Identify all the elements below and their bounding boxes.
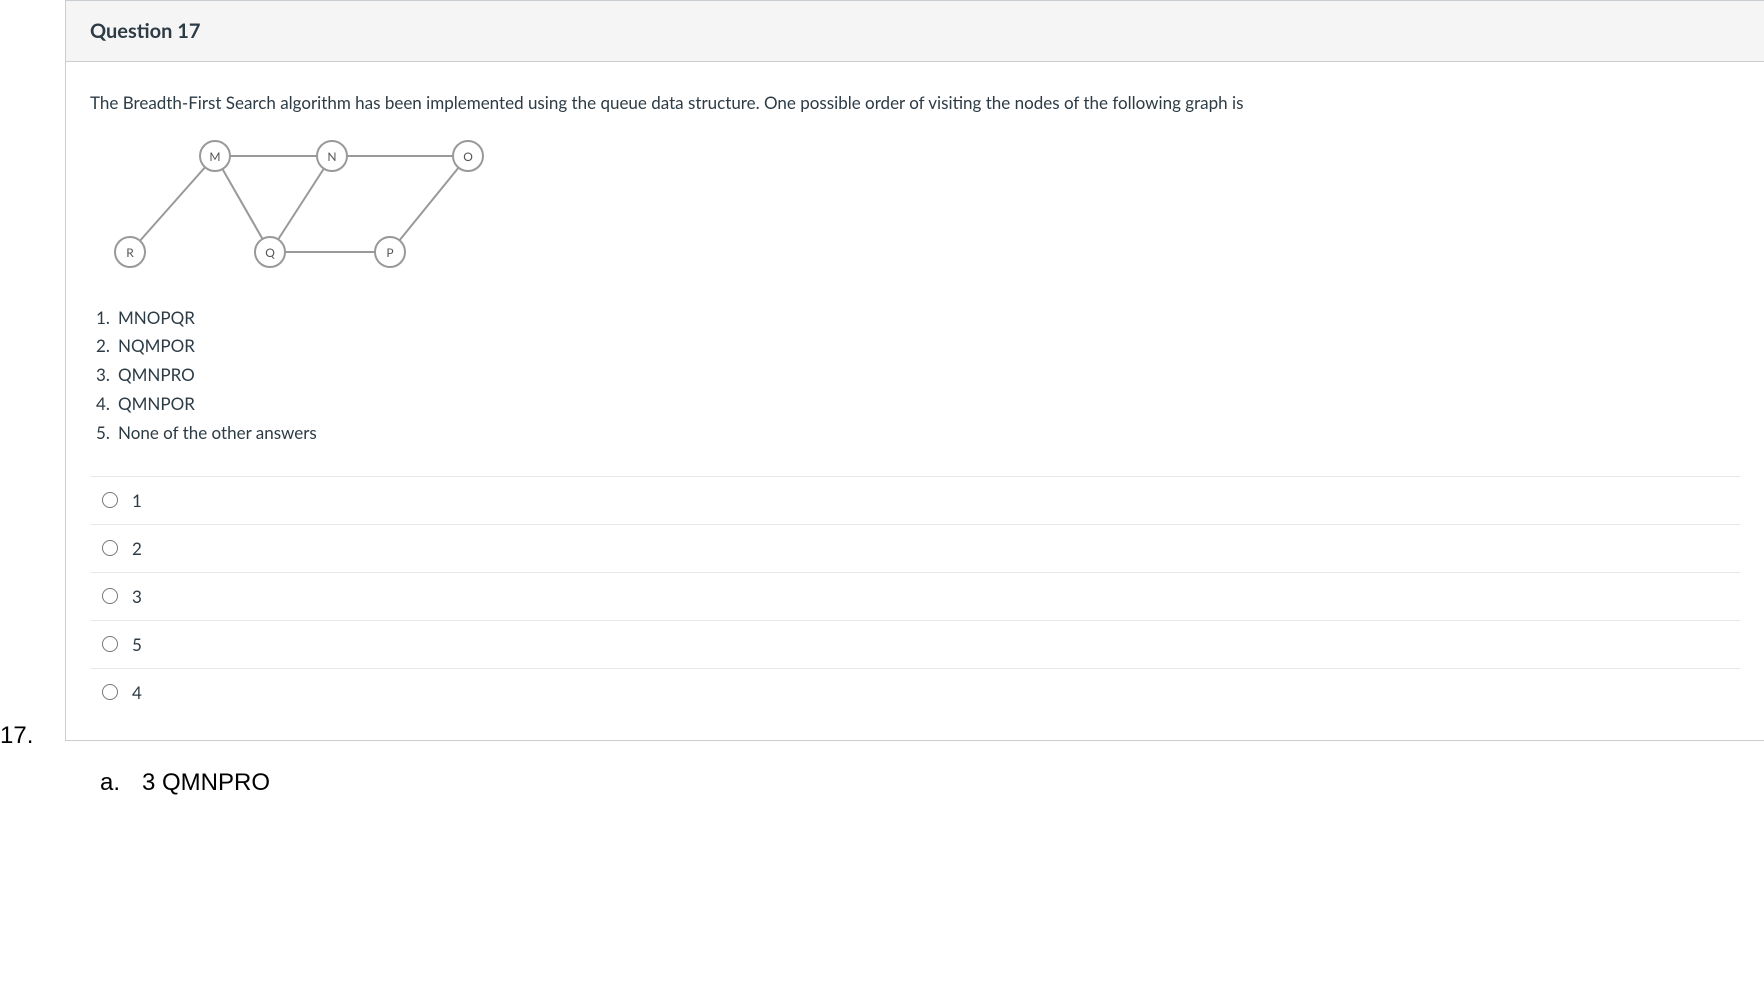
- radio-choice-4[interactable]: 4: [90, 668, 1740, 716]
- option-text: QMNPRO: [118, 361, 195, 390]
- radio-label: 3: [132, 586, 142, 607]
- option-text: NQMPOR: [118, 332, 195, 361]
- radio-input[interactable]: [102, 540, 118, 556]
- radio-label: 4: [132, 682, 142, 703]
- radio-choice-1[interactable]: 1: [90, 476, 1740, 524]
- radio-choices: 1 2 3 5 4: [90, 476, 1740, 716]
- svg-text:P: P: [386, 245, 393, 260]
- radio-input[interactable]: [102, 492, 118, 508]
- option-item: 3. QMNPRO: [96, 361, 1740, 390]
- radio-choice-5[interactable]: 5: [90, 620, 1740, 668]
- option-number: 4.: [96, 390, 118, 419]
- graph-node-q: Q: [255, 237, 285, 267]
- radio-label: 1: [132, 490, 142, 511]
- option-item: 4. QMNPOR: [96, 390, 1740, 419]
- question-header: Question 17: [66, 1, 1764, 62]
- graph-node-n: N: [317, 141, 347, 171]
- radio-input[interactable]: [102, 684, 118, 700]
- svg-text:N: N: [327, 149, 336, 164]
- question-text: The Breadth-First Search algorithm has b…: [90, 90, 1740, 116]
- radio-label: 2: [132, 538, 142, 559]
- graph-node-p: P: [375, 237, 405, 267]
- outer-question-number: 17.: [0, 722, 33, 750]
- option-item: 5. None of the other answers: [96, 419, 1740, 448]
- radio-choice-2[interactable]: 2: [90, 524, 1740, 572]
- option-item: 2. NQMPOR: [96, 332, 1740, 361]
- svg-text:M: M: [209, 149, 220, 164]
- bottom-answer: a. 3 QMNPRO: [100, 769, 1764, 797]
- option-text: MNOPQR: [118, 304, 195, 333]
- question-body: The Breadth-First Search algorithm has b…: [66, 62, 1764, 740]
- radio-choice-3[interactable]: 3: [90, 572, 1740, 620]
- graph-node-o: O: [453, 141, 483, 171]
- graph-diagram: M N O R Q P: [100, 132, 500, 282]
- option-number: 1.: [96, 304, 118, 333]
- option-text: QMNPOR: [118, 390, 195, 419]
- graph-node-r: R: [115, 237, 145, 267]
- option-text: None of the other answers: [118, 419, 317, 448]
- radio-input[interactable]: [102, 588, 118, 604]
- option-number: 3.: [96, 361, 118, 390]
- answer-text: 3 QMNPRO: [142, 769, 270, 797]
- answer-options-list: 1. MNOPQR 2. NQMPOR 3. QMNPRO 4. QMNPOR …: [96, 304, 1740, 448]
- svg-text:Q: Q: [265, 245, 275, 260]
- svg-text:O: O: [463, 149, 473, 164]
- option-number: 5.: [96, 419, 118, 448]
- radio-input[interactable]: [102, 636, 118, 652]
- graph-node-m: M: [200, 141, 230, 171]
- question-title: Question 17: [90, 19, 1740, 43]
- question-card: Question 17 The Breadth-First Search alg…: [65, 0, 1764, 741]
- option-item: 1. MNOPQR: [96, 304, 1740, 333]
- answer-letter: a.: [100, 769, 124, 797]
- radio-label: 5: [132, 634, 142, 655]
- svg-text:R: R: [126, 245, 134, 260]
- option-number: 2.: [96, 332, 118, 361]
